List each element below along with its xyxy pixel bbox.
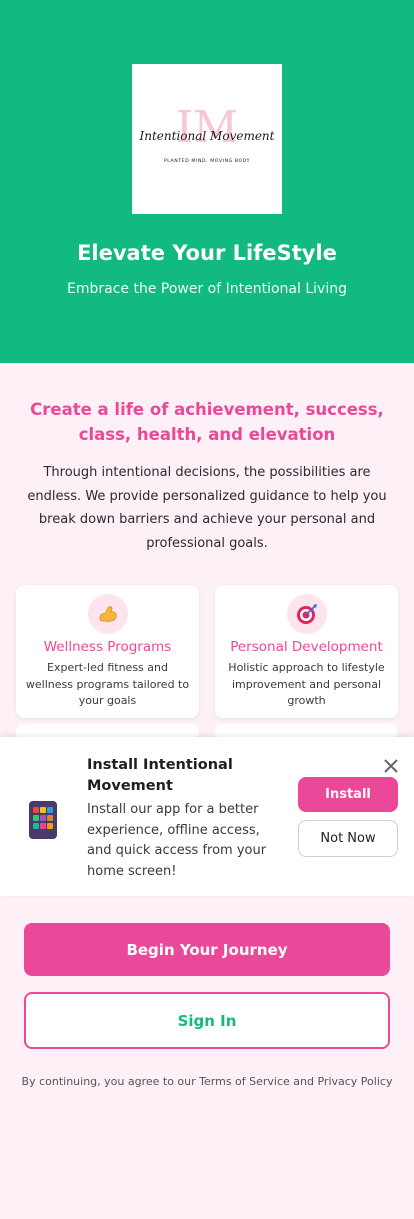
hero-section: IM Intentional Movement PLANTED MIND. MO… bbox=[0, 0, 414, 363]
install-button[interactable]: Install bbox=[298, 777, 398, 812]
feature-title: Personal Development bbox=[230, 639, 383, 655]
feature-card-wellness: Wellness Programs Expert-led fitness and… bbox=[16, 585, 199, 718]
not-now-button[interactable]: Not Now bbox=[298, 820, 398, 857]
logo-monogram: IM bbox=[176, 102, 238, 153]
terms-text: By continuing, you agree to our Terms of… bbox=[21, 1075, 393, 1088]
feature-description: Expert-led fitness and wellness programs… bbox=[25, 661, 190, 707]
install-banner-text: Install our app for a better experience,… bbox=[87, 802, 267, 879]
feature-title: Wellness Programs bbox=[43, 639, 172, 655]
logo-tagline: PLANTED MIND. MOVING BODY bbox=[164, 158, 250, 164]
flexed-biceps-icon bbox=[88, 594, 128, 634]
install-banner: Install Intentional Movement Install our… bbox=[0, 737, 414, 896]
feature-card-personal-development: Personal Development Holistic approach t… bbox=[215, 585, 398, 718]
feature-card-partial bbox=[16, 724, 199, 738]
brand-logo: IM Intentional Movement PLANTED MIND. MO… bbox=[132, 64, 282, 214]
hero-title: Elevate Your LifeStyle bbox=[77, 241, 337, 265]
phone-app-icon bbox=[28, 800, 58, 840]
feature-description: Holistic approach to lifestyle improveme… bbox=[228, 661, 385, 707]
install-banner-title: Install Intentional Movement bbox=[87, 757, 233, 794]
begin-journey-button[interactable]: Begin Your Journey bbox=[24, 923, 390, 976]
intro-body: Through intentional decisions, the possi… bbox=[27, 465, 387, 551]
feature-card-partial bbox=[215, 724, 398, 738]
hero-subtitle: Embrace the Power of Intentional Living bbox=[67, 281, 347, 297]
sign-in-button[interactable]: Sign In bbox=[24, 992, 390, 1049]
logo-graphic: IM Intentional Movement PLANTED MIND. MO… bbox=[139, 102, 275, 164]
intro-headline: Create a life of achievement, success, c… bbox=[30, 400, 384, 444]
target-icon bbox=[287, 594, 327, 634]
logo-script: Intentional Movement bbox=[139, 129, 275, 143]
close-icon[interactable] bbox=[380, 755, 402, 777]
